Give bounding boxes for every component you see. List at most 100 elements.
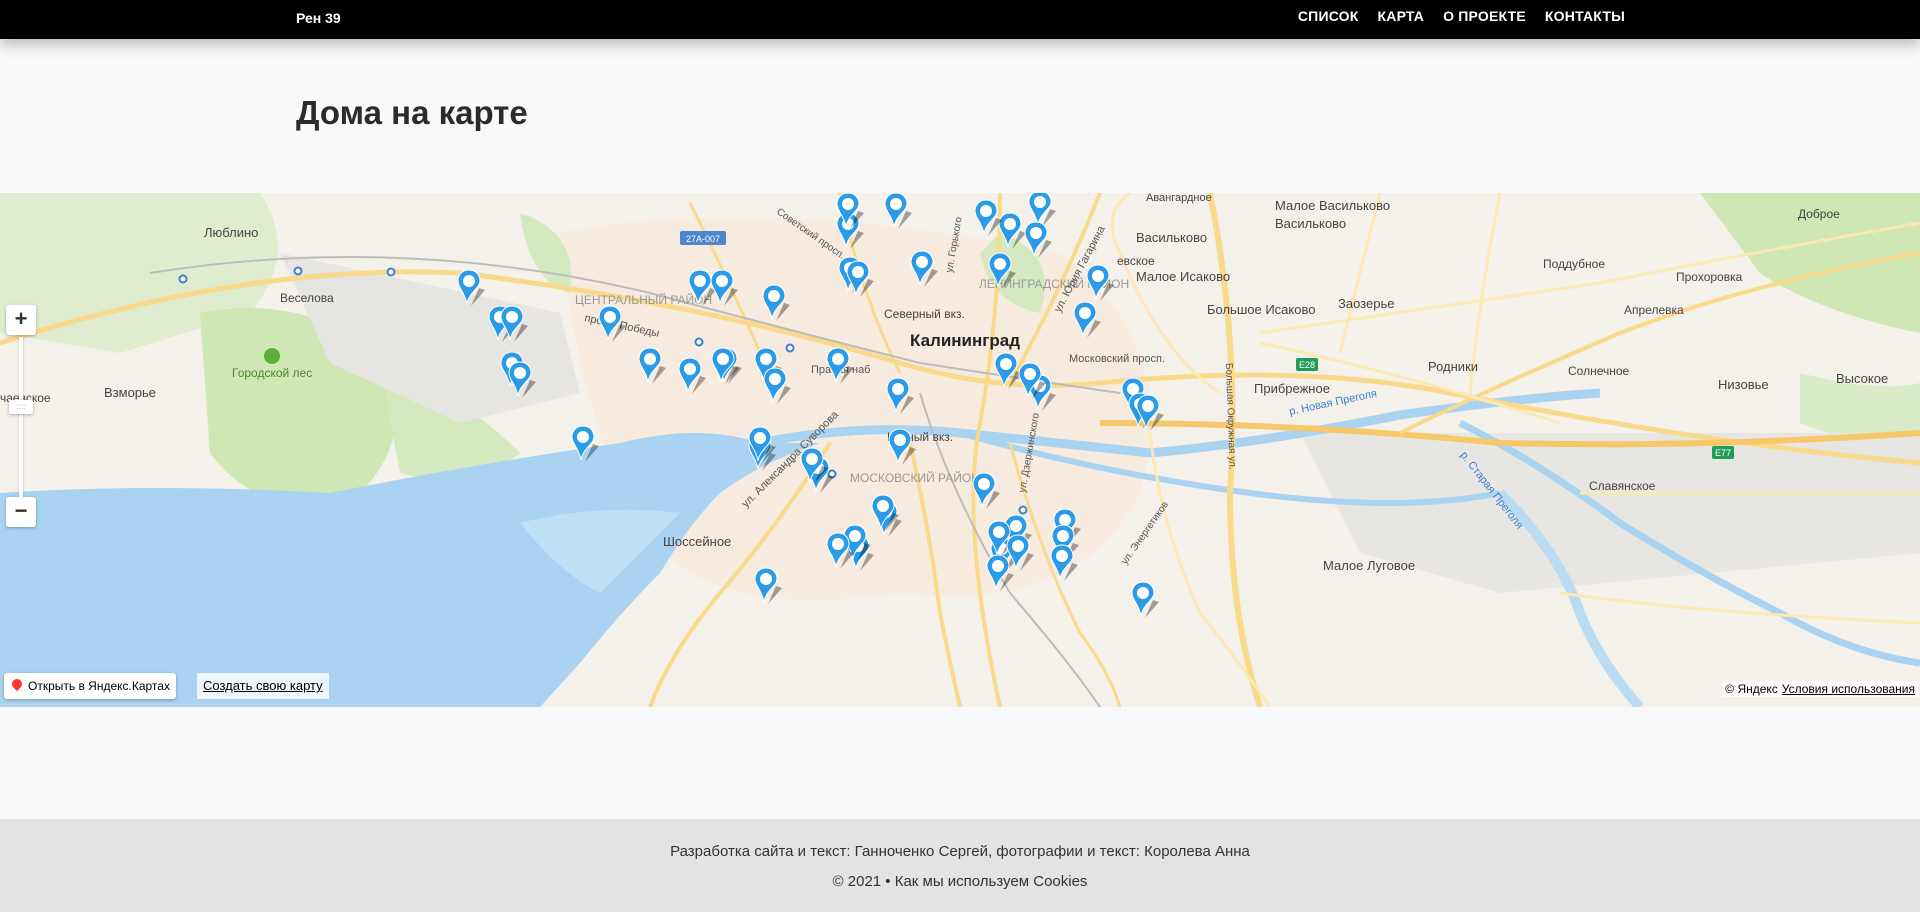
map-marker-icon [1050,544,1078,581]
footer: Разработка сайта и текст: Ганноченко Сер… [0,819,1920,912]
map-marker-icon [1006,534,1034,571]
house-marker[interactable] [834,193,864,231]
house-marker[interactable] [970,471,1000,511]
nav-about-link[interactable]: О ПРОЕКТЕ [1443,8,1526,24]
label-shosseynoe: Шоссейное [663,534,731,549]
house-marker[interactable] [752,566,782,606]
zoom-slider-handle[interactable]: :::: [9,400,33,414]
map-marker-icon [763,367,791,404]
label-poddubnoe: Поддубное [1543,257,1605,271]
road-badge-27a: 27А-007 [686,234,720,244]
footer-copyright[interactable]: © 2021 • Как мы используем Cookies [0,873,1920,890]
map-marker-icon [1086,264,1114,301]
label-zaozerye: Заозерье [1338,296,1394,311]
label-bolshoe-isakovo: Большое Исаково [1207,302,1315,317]
house-marker[interactable] [498,304,528,344]
open-in-yandex-button[interactable]: Открыть в Яндекс.Картах [4,673,176,699]
open-in-yandex-label: Открыть в Яндекс.Картах [28,679,170,693]
house-marker[interactable] [709,346,739,386]
label-vasilkovo: Васильково [1136,230,1207,245]
map-marker-icon [1073,301,1101,338]
map-marker-icon [846,260,874,297]
create-map-link[interactable]: Создать свою карту [197,673,329,699]
house-marker[interactable] [761,366,791,406]
zoom-control: + :::: − [6,305,36,531]
house-marker[interactable] [908,249,938,289]
site-brand[interactable]: Рен 39 [296,10,341,26]
label-lyublino: Люблино [204,225,258,240]
house-marker[interactable] [884,376,914,416]
footer-credits: Разработка сайта и текст: Ганноченко Сер… [670,843,1250,860]
map-copyright: © Яндекс Условия использования [1722,681,1918,697]
map-marker-icon [836,193,864,229]
map-marker-icon [974,199,1002,236]
house-marker[interactable] [824,346,854,386]
yandex-map[interactable]: 27А-007 Е28 Е77 Калининград Люблино Весе… [0,193,1920,707]
label-vzmorye: Взморье [104,385,156,400]
house-marker[interactable] [596,304,626,344]
map-marker-icon [910,250,938,287]
house-marker[interactable] [760,283,790,323]
house-marker[interactable] [1071,300,1101,340]
label-avangardnoe: Авангардное [1146,193,1212,204]
map-marker-icon [884,193,912,229]
top-navbar: Рен 39 СПИСОК КАРТА О ПРОЕКТЕ КОНТАКТЫ [0,0,1920,39]
map-marker-icon [754,567,782,604]
house-marker[interactable] [506,360,536,400]
house-marker[interactable] [1129,580,1159,620]
house-marker[interactable] [869,493,899,533]
nav-map-link[interactable]: КАРТА [1378,8,1425,24]
map-marker-icon [678,357,706,394]
label-rodniki: Родники [1428,359,1478,374]
house-marker[interactable] [569,424,599,464]
house-marker[interactable] [882,193,912,231]
house-marker[interactable] [1016,361,1046,401]
house-marker[interactable] [844,259,874,299]
map-marker-icon [710,269,738,306]
house-marker[interactable] [972,198,1002,238]
nav-list-link[interactable]: СПИСОК [1298,8,1359,24]
house-marker[interactable] [986,251,1016,291]
house-marker[interactable] [676,356,706,396]
zoom-in-button[interactable]: + [6,305,36,335]
terms-link[interactable]: Условия использования [1782,682,1915,696]
zoom-out-button[interactable]: − [6,497,36,527]
main-nav: СПИСОК КАРТА О ПРОЕКТЕ КОНТАКТЫ [1298,8,1625,24]
label-vasilkovo-2: Васильково [1275,216,1346,231]
label-slavyanskoe: Славянское [1589,479,1656,493]
nav-contacts-link[interactable]: КОНТАКТЫ [1545,8,1625,24]
map-marker-icon [598,305,626,342]
label-north-station: Северный вкз. [884,307,965,321]
map-marker-icon [886,377,914,414]
house-marker[interactable] [1084,263,1114,303]
zoom-slider-track[interactable] [19,337,23,497]
house-marker[interactable] [746,425,776,465]
house-marker[interactable] [1022,220,1052,260]
road-badge-e28: Е28 [1299,360,1315,370]
map-marker-icon [1131,581,1159,618]
map-marker-icon [1018,362,1046,399]
label-vysokoe: Высокое [1836,371,1888,386]
house-marker[interactable] [636,346,666,386]
house-marker[interactable] [798,446,828,486]
label-moskovsky-ave: Московский просп. [1069,353,1165,365]
map-marker-icon [500,305,528,342]
house-marker[interactable] [1048,543,1078,583]
house-marker[interactable] [1004,533,1034,573]
house-marker[interactable] [455,268,485,308]
yandex-copyright: © Яндекс [1725,682,1778,696]
house-marker[interactable] [708,268,738,308]
map-marker-icon [972,472,1000,509]
map-marker-icon [826,532,854,569]
map-marker-icon [1136,394,1164,431]
map-marker-icon [888,428,916,465]
house-marker[interactable] [1134,393,1164,433]
map-marker-icon [800,447,828,484]
house-marker[interactable] [824,531,854,571]
label-nizovye: Низовье [1718,377,1769,392]
map-marker-icon [711,347,739,384]
label-maloe-vasilkovo: Малое Васильково [1275,198,1390,213]
map-marker-icon [508,361,536,398]
label-gorodskoy-les: Городской лес [232,366,312,380]
house-marker[interactable] [886,427,916,467]
